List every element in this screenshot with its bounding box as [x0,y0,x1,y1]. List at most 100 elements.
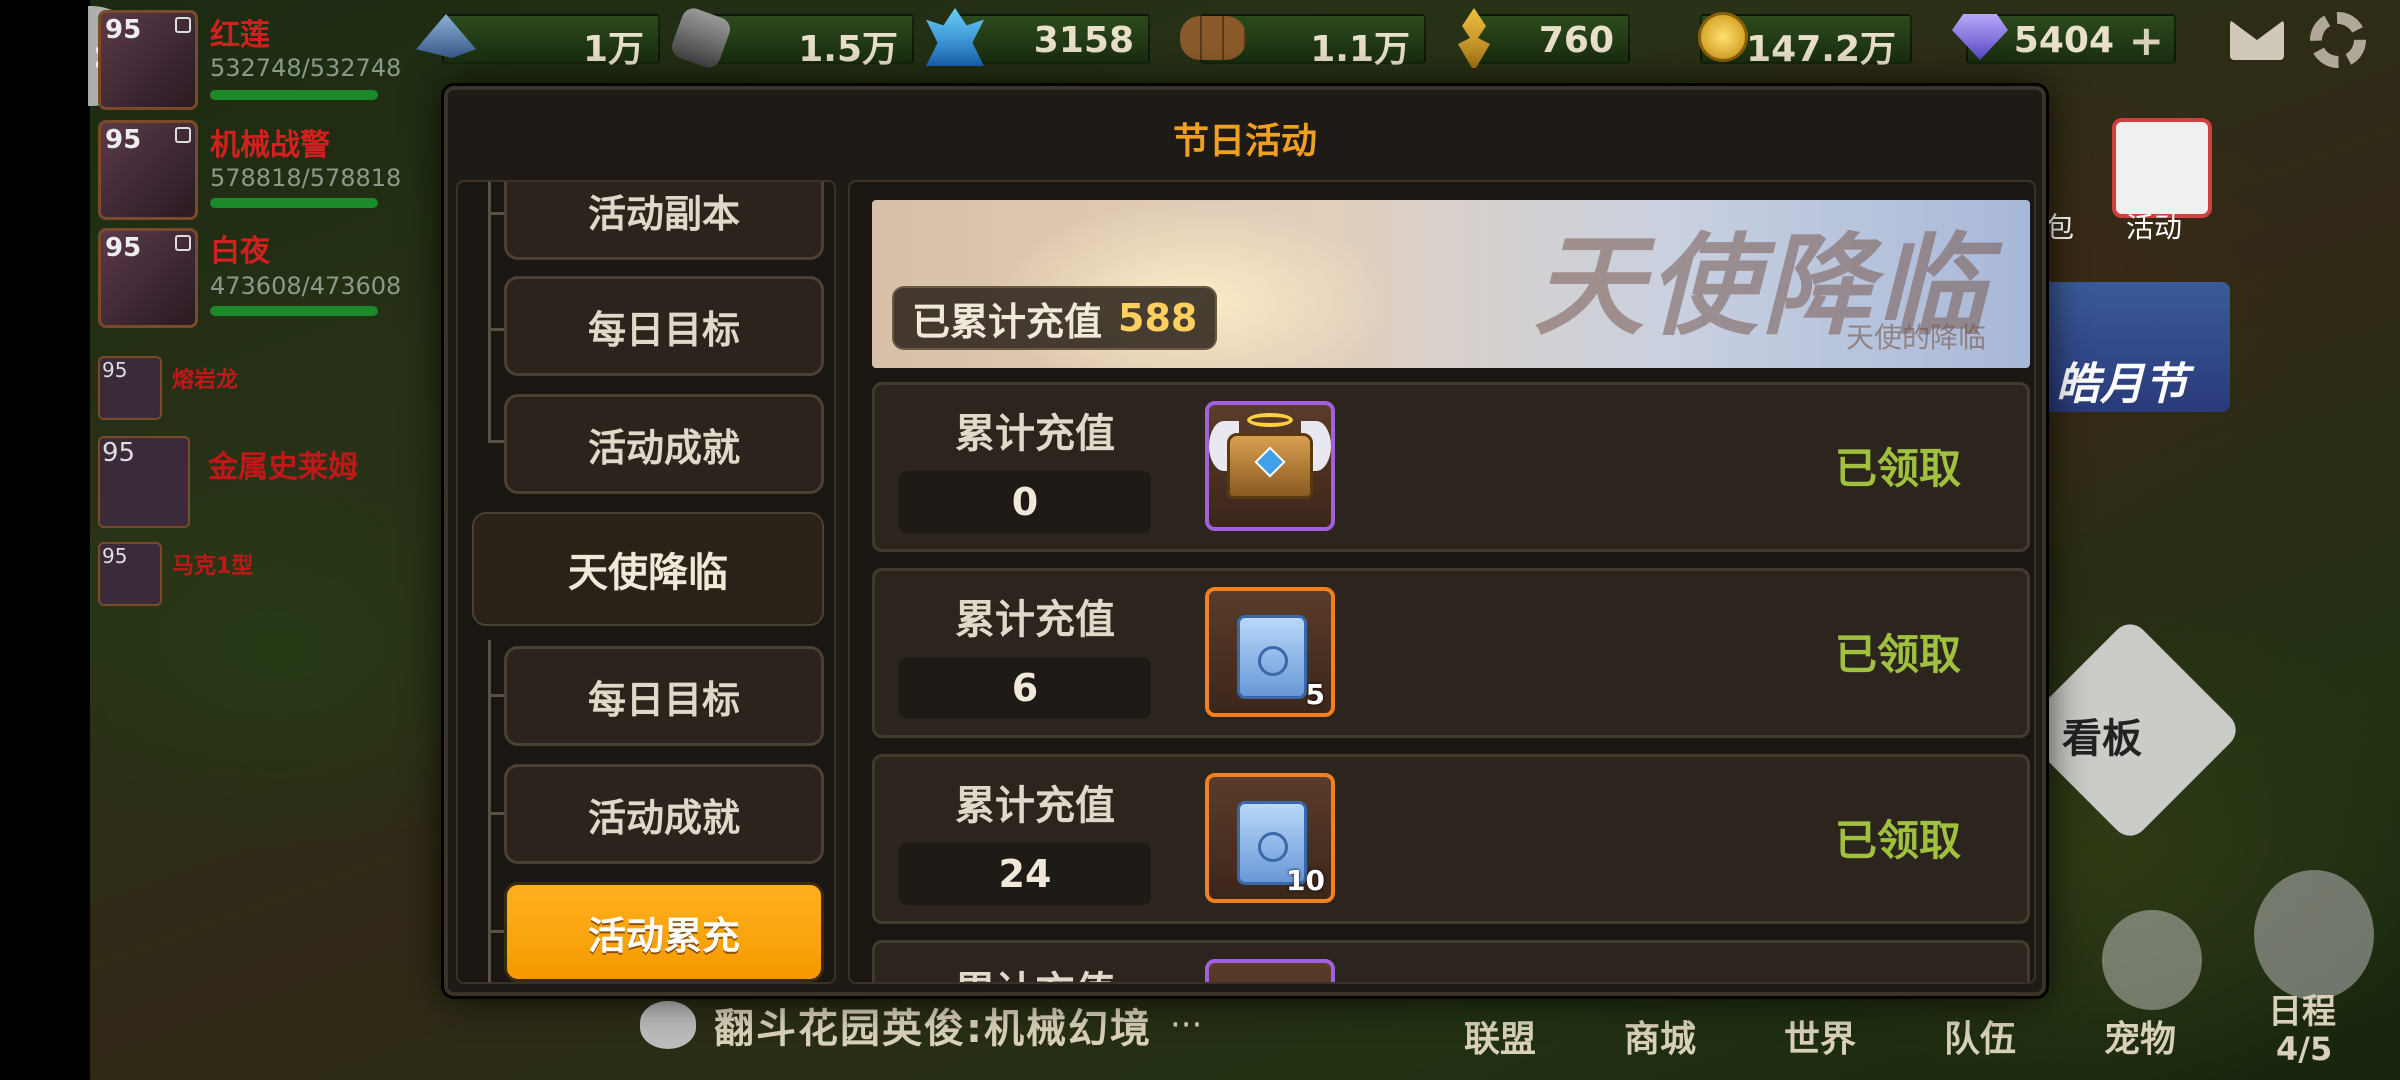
reward-label: 累计充值 [945,959,1125,982]
chat-more: ··· [1170,1005,1203,1045]
chat-message: 翻斗花园英俊:机械幻境 [714,1006,1152,1052]
resource-stone[interactable]: 1万 [442,14,660,70]
chat-bar[interactable]: 翻斗花园英俊:机械幻境 ··· [640,990,1202,1060]
item-quantity: 10 [1286,864,1325,897]
hero-hp: 473608/473608 [210,272,402,300]
minion-portrait[interactable]: 95 [98,542,162,606]
tree-tick [488,812,504,815]
sidebar-item-daily-goal[interactable]: 每日目标 [504,276,824,376]
resource-crystal-value: 3158 [1033,20,1134,61]
hero-level: 95 [105,15,142,45]
wood-icon [1180,16,1246,60]
resource-wood-value: 1.1万 [1310,29,1410,70]
minion-portrait[interactable]: 95 [98,436,190,528]
total-recharge-value: 588 [1118,296,1198,340]
add-diamond-icon[interactable]: + [2129,16,2164,65]
hero-name: 机械战警 [210,128,330,163]
claimed-status: 已领取 [1834,630,1961,679]
festival-event-dialog: 节日活动 活动副本 每日目标 活动成就 天使降临 每日目标 活动成就 活动累充 … [444,86,2046,996]
minion-name: 马克1型 [172,554,254,579]
hero-name: 红莲 [210,18,270,53]
activity-label[interactable]: 活动 [2126,206,2182,246]
dialog-title: 节日活动 [1172,121,1317,162]
hero-level: 95 [105,233,142,263]
lock-icon [175,235,191,251]
sidebar-group-angel-descent[interactable]: 天使降临 [472,512,824,626]
reward-threshold: 6 [899,657,1151,719]
hero-hp: 578818/578818 [210,164,402,192]
minion-portrait[interactable]: 95 [98,356,162,420]
schedule-avatar[interactable] [2254,870,2374,1000]
settings-gear-icon[interactable] [2310,12,2366,68]
paw-icon[interactable] [2102,910,2202,1010]
claimed-status: 已领取 [1834,816,1961,865]
reward-row: 累计充值 [872,940,2030,982]
sidebar-item-daily-goal[interactable]: 每日目标 [504,646,824,746]
reward-row: 累计充值 0 已领取 [872,382,2030,552]
recharge-rewards-panel[interactable]: 天使降临 天使的降临 已累计充值 588 累计充值 0 已领取 累计充值 6 5… [848,180,2036,984]
resource-diamond-value: 5404 [2013,20,2114,61]
minion-level: 95 [102,358,128,382]
tree-tick [488,328,504,331]
festival-label: 皓月节 [2056,359,2188,410]
scroll-item[interactable]: 10 [1205,773,1335,903]
party-hero-portrait[interactable]: 95 [98,228,198,328]
tree-tick [488,930,504,933]
lock-icon [175,127,191,143]
reward-threshold: 24 [899,843,1151,905]
total-recharge-label: 已累计充值 [912,299,1103,344]
sidebar-item-event-dungeon[interactable]: 活动副本 [504,182,824,260]
tree-line [488,182,491,442]
seal-icon [1258,646,1288,676]
hero-hp-bar [210,306,378,316]
seal-icon [1258,832,1288,862]
hero-hp: 532748/532748 [210,54,402,82]
minion-name: 熔岩龙 [172,368,239,393]
nav-team[interactable]: 队伍 [1944,1010,2016,1062]
banner-subtitle: 天使的降临 [1845,321,1986,354]
schedule-count: 4/5 [2276,1030,2333,1068]
reward-label: 累计充值 [955,597,1115,643]
hero-hp-bar [210,90,378,100]
scroll-icon [1237,615,1307,699]
minion-name: 金属史莱姆 [208,450,358,485]
resource-wheat-value: 760 [1538,20,1614,61]
scroll-item[interactable]: 5 [1205,587,1335,717]
nav-world[interactable]: 世界 [1784,1010,1856,1062]
bag-label[interactable]: 包 [2046,206,2074,246]
hero-level: 95 [105,125,142,155]
sidebar-item-event-achievement[interactable]: 活动成就 [504,394,824,494]
resource-ore[interactable]: 1.5万 [696,14,914,70]
resource-gold-value: 147.2万 [1746,29,1896,70]
minion-level: 95 [102,544,128,568]
item-quantity: 5 [1305,678,1325,711]
nav-shop[interactable]: 商城 [1624,1010,1696,1062]
sidebar-item-event-recharge[interactable]: 活动累充 [504,882,824,982]
hero-hp-bar [210,198,378,208]
hero-name: 白夜 [210,234,270,269]
reward-row: 累计充值 6 5 已领取 [872,568,2030,738]
schedule-label[interactable]: 日程 [2268,984,2336,1033]
reward-threshold: 0 [899,471,1151,533]
total-recharge-box: 已累计充值 588 [892,286,1218,350]
halo-icon [1247,413,1293,427]
tree-tick [488,212,504,215]
minion-level: 95 [102,438,136,468]
claimed-status: 已领取 [1834,444,1961,493]
party-hero-portrait[interactable]: 95 [98,120,198,220]
resource-stone-value: 1万 [582,29,644,70]
event-sidebar[interactable]: 活动副本 每日目标 活动成就 天使降临 每日目标 活动成就 活动累充 [456,180,836,984]
nav-pet[interactable]: 宠物 [2104,1010,2176,1062]
sidebar-item-event-achievement[interactable]: 活动成就 [504,764,824,864]
angel-chest-item[interactable] [1205,401,1335,531]
resource-ore-value: 1.5万 [798,29,898,70]
nav-alliance[interactable]: 联盟 [1464,1010,1536,1062]
resource-wheat[interactable]: 760 [1470,14,1630,64]
reward-item[interactable] [1205,959,1335,982]
calendar-icon[interactable] [2112,118,2212,218]
board-label: 看板 [2062,716,2142,762]
party-hero-portrait[interactable]: 95 [98,10,198,110]
event-banner: 天使降临 天使的降临 已累计充值 588 [872,200,2030,368]
tree-tick [488,440,504,443]
lock-icon [175,17,191,33]
